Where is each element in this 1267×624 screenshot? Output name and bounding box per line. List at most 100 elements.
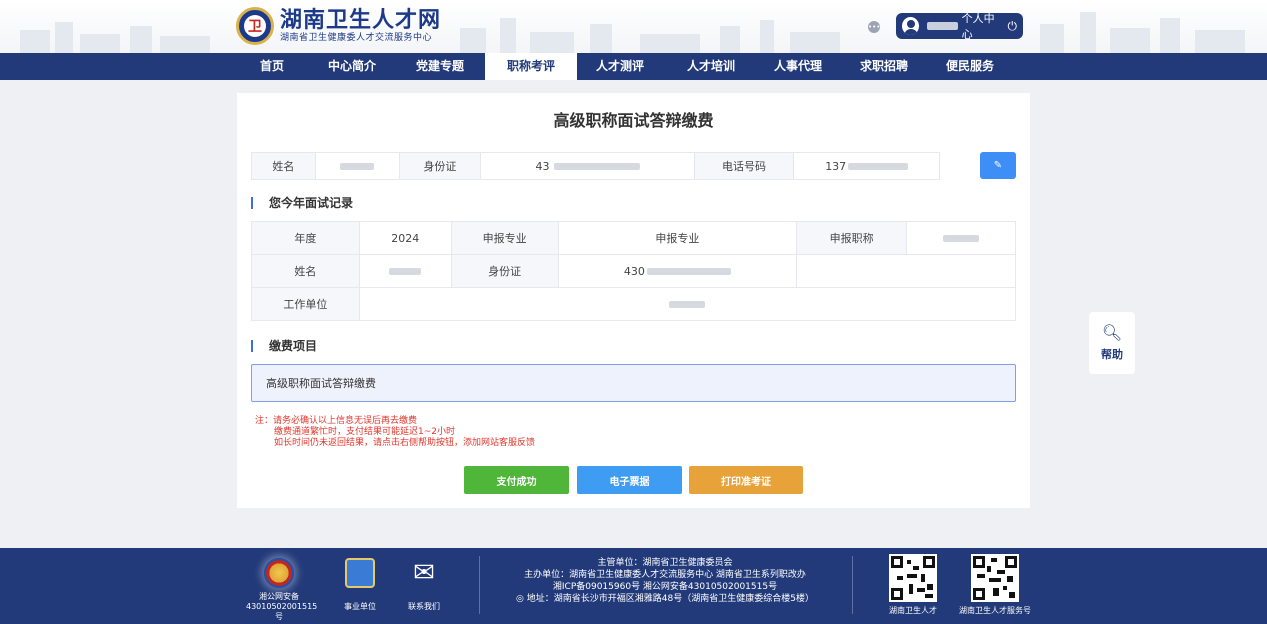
site-header: 卫 湖南卫生人才网 湖南省卫生健康委人才交流服务中心 ••• 个人中心 ⏻ <box>0 0 1267 53</box>
id-prefix: 43 <box>535 159 550 173</box>
interview-record-table: 年度 2024 申报专业 申报专业 申报职称 姓名 身份证 430 工作单位 <box>251 221 1017 321</box>
qr-code-service: 湖南卫生人才服务号 <box>955 554 1035 616</box>
name-label: 姓名 <box>251 254 360 288</box>
personal-info-row: 姓名 身份证 43 电话号码 137 <box>251 152 940 180</box>
year-label: 年度 <box>251 221 360 255</box>
police-line1: 湘公网安备 <box>259 592 299 601</box>
id-label: 身份证 <box>399 153 482 179</box>
fee-item-label: 高级职称面试答辩缴费 <box>266 377 376 390</box>
avatar <box>902 17 920 35</box>
nav-item-home[interactable]: 首页 <box>244 53 300 80</box>
nav-item-party[interactable]: 党建专题 <box>408 53 472 80</box>
police-line2: 43010502001515号 <box>246 602 318 621</box>
fee-section-title: 缴费项目 <box>251 337 317 354</box>
address-text: 地址：湖南省长沙市开福区湘雅路48号（湖南省卫生健康委综合楼5楼） <box>526 594 814 604</box>
contact-link[interactable]: ✉ 联系我们 <box>404 558 444 612</box>
payment-success-button[interactable]: 支付成功 <box>464 466 569 494</box>
main-panel: 高级职称面试答辩缴费 姓名 身份证 43 电话号码 137 ✎ 您今年面试记录 … <box>237 93 1030 508</box>
page-title: 高级职称面试答辩缴费 <box>553 111 714 130</box>
nav-item-training[interactable]: 人才培训 <box>679 53 743 80</box>
empty-cell <box>796 254 1016 288</box>
public-unit-icon <box>345 558 375 588</box>
payment-notes: 注：请务必确认以上信息无误后再去缴费 缴费通道繁忙时，支付结果可能延迟1~2小时… <box>255 416 535 449</box>
table-row: 工作单位 <box>251 287 1017 321</box>
nav-item-services[interactable]: 便民服务 <box>938 53 1002 80</box>
location-icon: ◎ <box>516 594 524 604</box>
work-value <box>358 287 1017 321</box>
phone-value: 137 <box>794 153 939 179</box>
footer-divider <box>852 556 853 614</box>
phone-prefix: 137 <box>825 159 847 173</box>
print-admission-button[interactable]: 打印准考证 <box>689 466 803 494</box>
main-nav: 首页 中心简介 党建专题 职称考评 人才测评 人才培训 人事代理 求职招聘 便民… <box>0 53 1267 80</box>
name-value <box>358 254 452 288</box>
site-footer: 湘公网安备 43010502001515号 事业单位 ✉ 联系我们 主管单位：湖… <box>0 548 1267 624</box>
nav-item-about[interactable]: 中心简介 <box>320 53 384 80</box>
record-section-title: 您今年面试记录 <box>251 194 353 211</box>
name-label: 姓名 <box>252 153 316 179</box>
major-label: 申报专业 <box>450 221 559 255</box>
nav-item-title-exam[interactable]: 职称考评 <box>485 53 577 80</box>
id-label: 身份证 <box>450 254 559 288</box>
nav-item-assessment[interactable]: 人才测评 <box>588 53 652 80</box>
qr-code-talent: 湖南卫生人才 <box>878 554 948 616</box>
footer-line: ◎ 地址：湖南省长沙市开福区湘雅路48号（湖南省卫生健康委综合楼5楼） <box>480 593 850 605</box>
table-row: 姓名 身份证 430 <box>251 254 1016 288</box>
redacted-value <box>389 267 422 275</box>
note-line: 如长时间仍未返回结果，请点击右侧帮助按钮，添加网站客服反馈 <box>274 438 536 448</box>
username-redacted <box>927 22 958 30</box>
footer-info: 主管单位：湖南省卫生健康委员会 主办单位：湖南省卫生健康委人才交流服务中心 湖南… <box>480 557 850 605</box>
redacted-value <box>943 234 980 242</box>
site-subtitle: 湖南省卫生健康委人才交流服务中心 <box>280 32 433 43</box>
public-unit-label: 事业单位 <box>344 602 376 611</box>
footer-line: 主办单位：湖南省卫生健康委人才交流服务中心 湖南省卫生系列职改办 <box>524 570 806 580</box>
search-icon: 🔍︎ <box>1101 323 1123 342</box>
title-value <box>906 221 1016 255</box>
police-record-link[interactable]: 湘公网安备 43010502001515号 <box>246 558 318 622</box>
help-button[interactable]: 🔍︎ 帮助 <box>1089 312 1135 374</box>
fee-section-label: 缴费项目 <box>269 339 318 353</box>
site-title: 湖南卫生人才网 <box>280 7 442 33</box>
title-label: 申报职称 <box>796 221 908 255</box>
redacted-value <box>340 162 375 170</box>
edit-icon: ✎ <box>993 160 1003 171</box>
table-row: 年度 2024 申报专业 申报专业 申报职称 <box>251 221 1016 255</box>
id-prefix: 430 <box>623 264 645 278</box>
major-value: 申报专业 <box>557 221 798 255</box>
id-value: 430 <box>557 254 798 288</box>
police-badge-icon <box>264 558 294 588</box>
redacted-value <box>669 300 706 308</box>
site-logo[interactable]: 卫 湖南卫生人才网 湖南省卫生健康委人才交流服务中心 <box>236 7 441 45</box>
section-marker <box>251 339 253 352</box>
fee-item-selected[interactable]: 高级职称面试答辩缴费 <box>251 364 1016 402</box>
qr-code-icon <box>971 554 1019 602</box>
edit-info-button[interactable]: ✎ <box>980 152 1016 179</box>
qr2-label: 湖南卫生人才服务号 <box>959 606 1031 615</box>
user-center-label: 个人中心 <box>961 12 995 41</box>
footer-line: 湘ICP备09015960号 湘公网安备43010502001515号 <box>552 582 778 592</box>
work-label: 工作单位 <box>251 287 360 321</box>
nav-item-personnel[interactable]: 人事代理 <box>766 53 830 80</box>
public-unit-link[interactable]: 事业单位 <box>340 558 380 612</box>
qr1-label: 湖南卫生人才 <box>889 606 937 615</box>
skyline-background <box>20 12 1245 53</box>
e-invoice-button[interactable]: 电子票据 <box>577 466 682 494</box>
contact-label: 联系我们 <box>408 602 440 611</box>
power-icon[interactable]: ⏻ <box>1008 19 1018 34</box>
help-label: 帮助 <box>1101 348 1123 361</box>
note-line: 注：请务必确认以上信息无误后再去缴费 <box>255 416 418 426</box>
section-marker <box>251 196 253 209</box>
id-value: 43 <box>481 153 695 179</box>
qr-code-icon <box>889 554 937 602</box>
redacted-value <box>553 162 640 170</box>
logo-emblem-icon: 卫 <box>236 7 274 45</box>
note-line: 缴费通道繁忙时，支付结果可能延迟1~2小时 <box>274 427 455 437</box>
user-center-button[interactable]: 个人中心 ⏻ <box>896 12 1023 41</box>
mail-icon: ✉ <box>413 558 435 588</box>
chat-icon[interactable]: ••• <box>868 21 880 33</box>
phone-label: 电话号码 <box>694 153 795 179</box>
redacted-value <box>848 162 909 170</box>
name-value <box>316 153 400 179</box>
nav-item-jobs[interactable]: 求职招聘 <box>852 53 916 80</box>
redacted-value <box>646 267 731 275</box>
